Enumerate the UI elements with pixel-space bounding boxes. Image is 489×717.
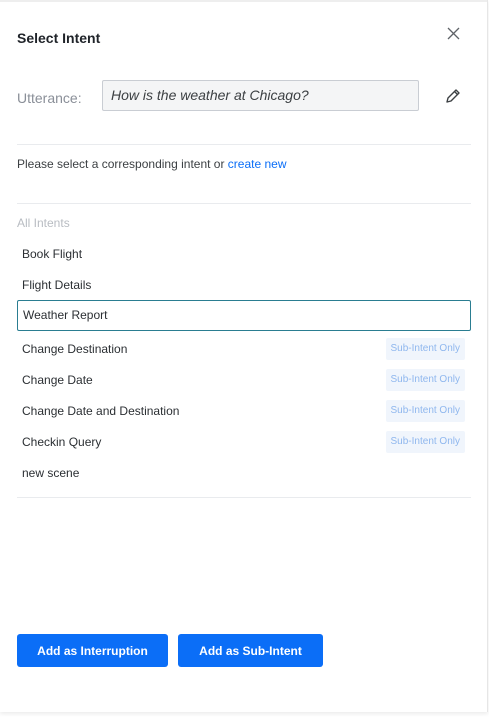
- utterance-field[interactable]: How is the weather at Chicago?: [102, 80, 419, 111]
- intent-item[interactable]: new scene: [17, 458, 471, 488]
- close-icon: [447, 27, 460, 40]
- edit-utterance-button[interactable]: [444, 87, 462, 105]
- sub-intent-only-badge: Sub-Intent Only: [385, 400, 465, 422]
- intent-label: Change Destination: [22, 342, 128, 356]
- add-as-subintent-button[interactable]: Add as Sub-Intent: [178, 634, 323, 667]
- sub-intent-only-badge: Sub-Intent Only: [385, 431, 465, 453]
- top-edge: [0, 0, 487, 2]
- create-new-link[interactable]: create new: [228, 157, 287, 171]
- divider: [17, 144, 471, 145]
- intent-item[interactable]: Change Date and Destination Sub-Intent On…: [17, 396, 471, 426]
- pencil-icon: [446, 89, 460, 103]
- intent-item[interactable]: Weather Report: [17, 300, 471, 331]
- close-button[interactable]: [444, 24, 464, 44]
- intent-item[interactable]: Change Destination Sub-Intent Only: [17, 334, 471, 364]
- sub-intent-only-badge: Sub-Intent Only: [385, 369, 465, 391]
- select-intent-dialog: Select Intent Utterance: How is the weat…: [0, 0, 488, 712]
- intent-item[interactable]: Book Flight: [17, 239, 471, 269]
- intent-item[interactable]: Flight Details: [17, 270, 471, 300]
- intent-label: Checkin Query: [22, 435, 102, 449]
- intent-label: Change Date: [22, 373, 93, 387]
- divider: [17, 203, 471, 204]
- divider: [17, 497, 471, 498]
- add-as-interruption-button[interactable]: Add as Interruption: [17, 634, 168, 667]
- intent-label: Change Date and Destination: [22, 404, 180, 418]
- sub-intent-only-badge: Sub-Intent Only: [385, 338, 465, 360]
- select-prompt: Please select a corresponding intent or …: [17, 157, 287, 171]
- utterance-label: Utterance:: [17, 90, 82, 106]
- dialog-title: Select Intent: [17, 30, 101, 46]
- prompt-text: Please select a corresponding intent or: [17, 157, 228, 171]
- intent-label: Weather Report: [23, 308, 108, 322]
- intent-label: Flight Details: [22, 278, 92, 292]
- intent-label: Book Flight: [22, 247, 83, 261]
- intent-label: new scene: [22, 466, 80, 480]
- all-intents-header: All Intents: [17, 216, 70, 230]
- intent-item[interactable]: Checkin Query Sub-Intent Only: [17, 427, 471, 457]
- intent-item[interactable]: Change Date Sub-Intent Only: [17, 365, 471, 395]
